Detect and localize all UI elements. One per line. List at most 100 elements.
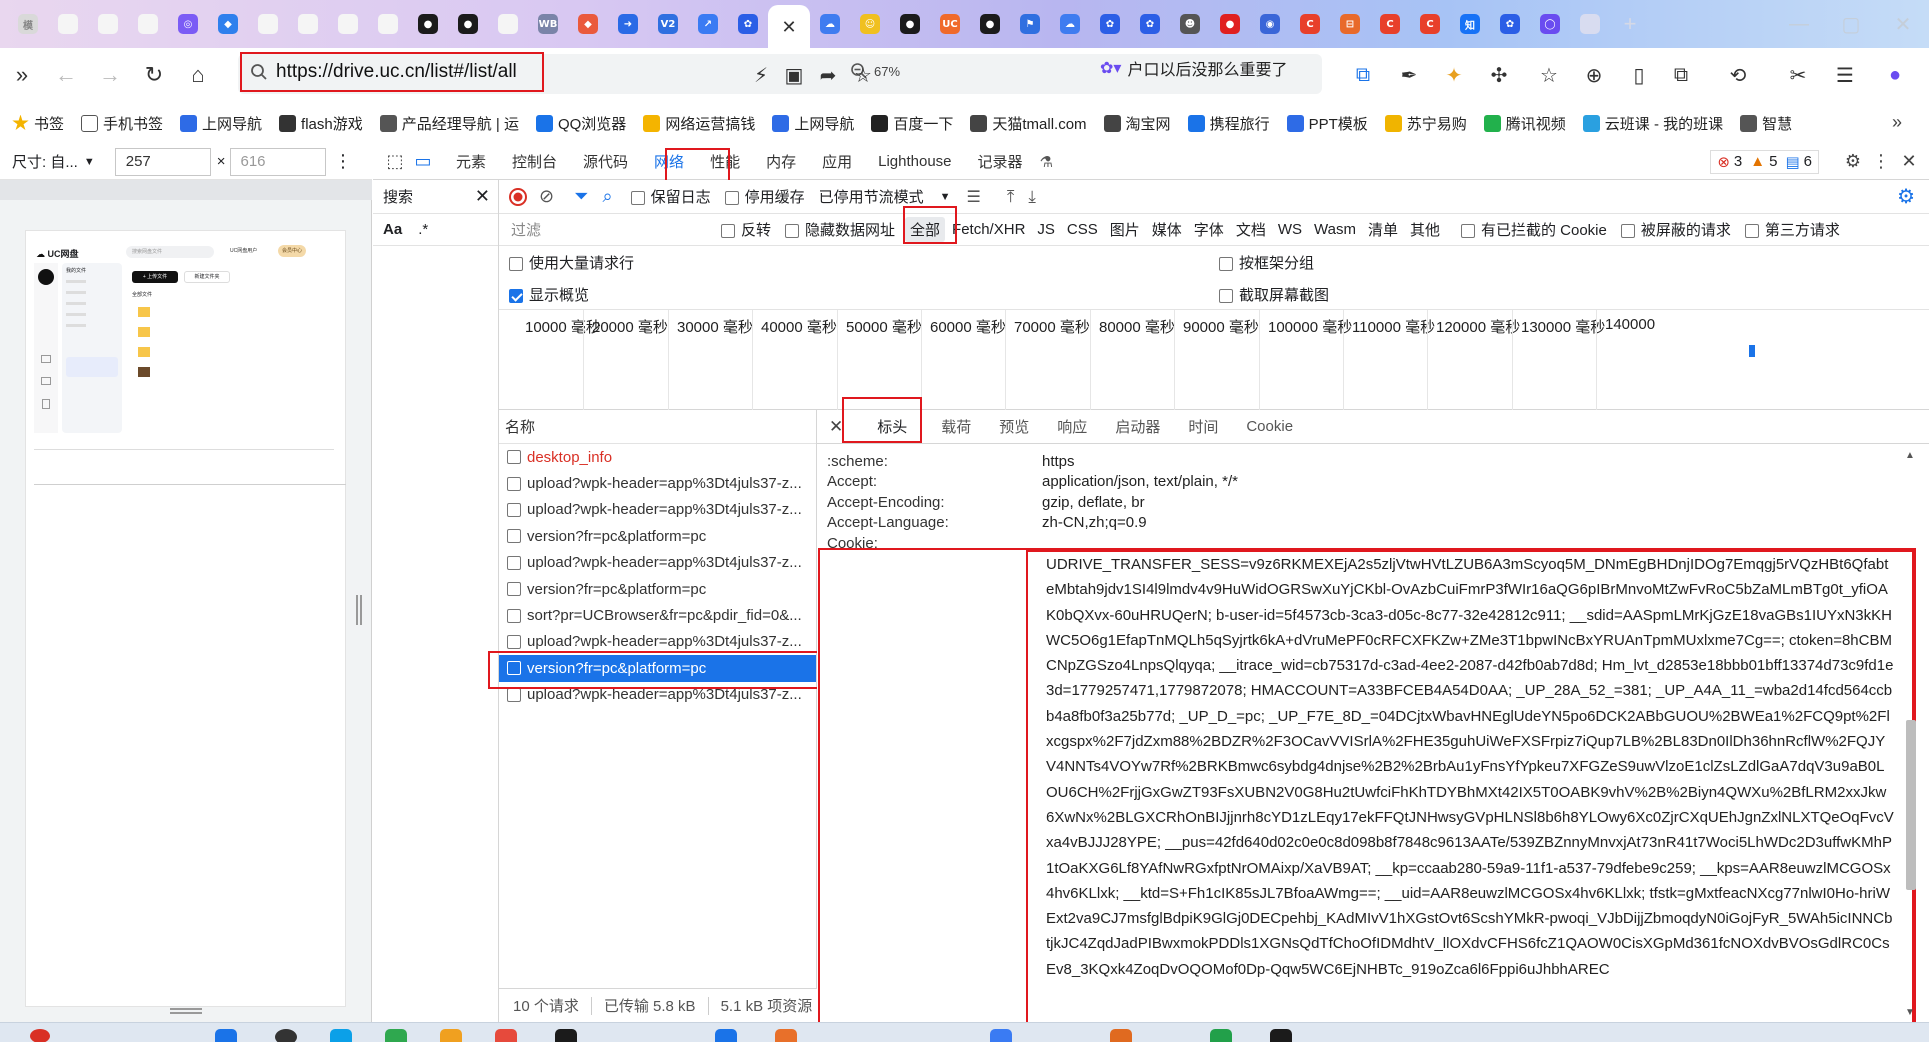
- device-height-input[interactable]: 616: [229, 147, 326, 176]
- dropdown-icon[interactable]: ▼: [84, 156, 95, 168]
- throttle-select[interactable]: 已停用节流模式: [819, 186, 924, 207]
- favorites-icon[interactable]: ☆: [1536, 62, 1562, 88]
- clear-icon[interactable]: ⊘: [539, 186, 554, 207]
- request-checkbox[interactable]: [507, 450, 521, 465]
- browser-tab[interactable]: C: [1370, 4, 1410, 44]
- more-vert-icon[interactable]: ⋮: [1867, 148, 1895, 176]
- taskbar-windows-icon[interactable]: [215, 1029, 237, 1042]
- extensions-icon[interactable]: ✣: [1486, 62, 1512, 88]
- detail-tab[interactable]: 载荷: [927, 416, 985, 437]
- bookmark-item[interactable]: 天猫tmall.com: [970, 113, 1087, 134]
- type-filter-button[interactable]: 清单: [1363, 217, 1403, 242]
- capture-screenshots-checkbox[interactable]: 截取屏幕截图: [1219, 284, 1329, 305]
- bookmark-star-icon[interactable]: ☆: [850, 62, 876, 88]
- browser-tab[interactable]: [48, 4, 88, 44]
- reload-icon[interactable]: ↻: [132, 55, 176, 95]
- download-icon[interactable]: ⊕: [1581, 62, 1607, 88]
- invert-checkbox[interactable]: 反转: [721, 219, 771, 240]
- browser-tab[interactable]: 模: [8, 4, 48, 44]
- filter-icon[interactable]: ⏷: [574, 186, 588, 207]
- preview-page[interactable]: ☁ UC网盘 搜索网盘文件 UC网盘用户 会员中心 我的文件 + 上传文件 新建…: [25, 230, 346, 1007]
- disable-cache-checkbox[interactable]: 停用缓存: [724, 186, 805, 207]
- history-icon[interactable]: ⟲: [1725, 62, 1751, 88]
- request-checkbox[interactable]: [507, 687, 521, 702]
- browser-tab[interactable]: ⊟: [1330, 4, 1370, 44]
- browser-tab[interactable]: ●: [448, 4, 488, 44]
- preserve-log-checkbox[interactable]: 保留日志: [630, 186, 711, 207]
- request-row[interactable]: upload?wpk-header=app%3Dt4juls37-z...: [499, 682, 816, 708]
- request-checkbox[interactable]: [507, 555, 521, 570]
- browser-tab[interactable]: ◆: [568, 4, 608, 44]
- bookmark-item[interactable]: 手机书签: [81, 113, 163, 134]
- type-filter-button[interactable]: 全部: [905, 217, 946, 242]
- request-row[interactable]: upload?wpk-header=app%3Dt4juls37-z...: [499, 497, 816, 523]
- browser-tab[interactable]: UC: [930, 4, 970, 44]
- type-filter-button[interactable]: JS: [1032, 219, 1060, 240]
- bookmark-item[interactable]: 智慧: [1740, 113, 1792, 134]
- browser-tab[interactable]: ●: [970, 4, 1010, 44]
- browser-tab[interactable]: [288, 4, 328, 44]
- browser-tab[interactable]: ✿: [1090, 4, 1130, 44]
- close-search-icon[interactable]: ✕: [475, 186, 490, 207]
- more-vert-icon[interactable]: ⋮: [334, 151, 352, 172]
- taskbar-app-icon[interactable]: [1210, 1029, 1232, 1042]
- blocked-requests-checkbox[interactable]: 被屏蔽的请求: [1620, 219, 1731, 240]
- detail-tab[interactable]: 响应: [1043, 416, 1101, 437]
- type-filter-button[interactable]: 文档: [1231, 217, 1271, 242]
- type-filter-button[interactable]: 媒体: [1147, 217, 1187, 242]
- device-mode-icon[interactable]: ▭: [409, 148, 437, 176]
- record-icon[interactable]: [507, 186, 529, 208]
- detail-tab[interactable]: 时间: [1174, 416, 1232, 437]
- close-detail-icon[interactable]: ✕: [829, 417, 843, 437]
- translate-icon[interactable]: ⧉: [1350, 62, 1376, 88]
- browser-tab[interactable]: C: [1290, 4, 1330, 44]
- large-rows-checkbox[interactable]: 使用大量请求行: [509, 252, 634, 273]
- browser-tab[interactable]: ◯: [1530, 4, 1570, 44]
- browser-tab[interactable]: [1570, 4, 1610, 44]
- taskbar-app-icon[interactable]: [715, 1029, 737, 1042]
- browser-tab[interactable]: ◎: [168, 4, 208, 44]
- request-row[interactable]: version?fr=pc&platform=pc: [499, 655, 816, 682]
- home-icon[interactable]: ⌂: [176, 55, 220, 95]
- share-icon[interactable]: ➦: [815, 62, 841, 88]
- taskbar-app-icon[interactable]: [775, 1029, 797, 1042]
- resize-handle-icon[interactable]: [356, 595, 362, 625]
- bookmark-item[interactable]: 携程旅行: [1187, 113, 1270, 134]
- request-checkbox[interactable]: [507, 502, 521, 517]
- bookmark-item[interactable]: 上网导航: [772, 113, 854, 134]
- browser-tab[interactable]: ⚑: [1010, 4, 1050, 44]
- devtools-tab[interactable]: 记录器: [965, 144, 1036, 180]
- avatar[interactable]: ●: [1882, 62, 1908, 88]
- issues-counters[interactable]: ⊗ 3 ▲ 5 ▤ 6: [1710, 149, 1819, 174]
- network-settings-icon[interactable]: ⚙: [1897, 184, 1915, 209]
- taskbar-app-icon[interactable]: [385, 1029, 407, 1042]
- taskbar-search-icon[interactable]: [275, 1029, 297, 1042]
- browser-tab[interactable]: ✿: [1490, 4, 1530, 44]
- browser-tab[interactable]: [328, 4, 368, 44]
- network-conditions-icon[interactable]: ☰: [967, 187, 981, 207]
- bookmark-item[interactable]: flash游戏: [279, 113, 363, 134]
- browser-tab[interactable]: ◆: [208, 4, 248, 44]
- new-tab-button[interactable]: +: [1610, 4, 1650, 44]
- blocked-cookies-checkbox[interactable]: 有已拦截的 Cookie: [1460, 219, 1607, 240]
- browser-tab[interactable]: ☁: [810, 4, 850, 44]
- device-size-select[interactable]: 尺寸: 自...: [12, 151, 78, 172]
- bookmark-item[interactable]: 网络运营搞钱: [643, 113, 755, 134]
- bookmark-item[interactable]: 上网导航: [180, 113, 262, 134]
- request-checkbox[interactable]: [507, 529, 521, 544]
- close-tab-icon[interactable]: ✕: [781, 17, 796, 38]
- detail-tab[interactable]: Cookie: [1232, 418, 1307, 435]
- inspect-icon[interactable]: ⬚: [381, 148, 409, 176]
- bookmark-item[interactable]: 腾讯视频: [1483, 113, 1566, 134]
- browser-tab[interactable]: ●: [408, 4, 448, 44]
- search-icon[interactable]: ⌕: [603, 186, 613, 207]
- header-value[interactable]: zh-CN,zh;q=0.9: [1042, 513, 1147, 533]
- resize-bottom-icon[interactable]: [170, 1008, 202, 1014]
- type-filter-button[interactable]: 图片: [1105, 217, 1145, 242]
- bookmark-item[interactable]: 苏宁易购: [1384, 113, 1467, 134]
- browser-tab[interactable]: C: [1410, 4, 1450, 44]
- browser-tab[interactable]: [128, 4, 168, 44]
- browser-tab[interactable]: [248, 4, 288, 44]
- window-icon[interactable]: ⧉: [1668, 62, 1694, 88]
- browser-tab[interactable]: ➜: [608, 4, 648, 44]
